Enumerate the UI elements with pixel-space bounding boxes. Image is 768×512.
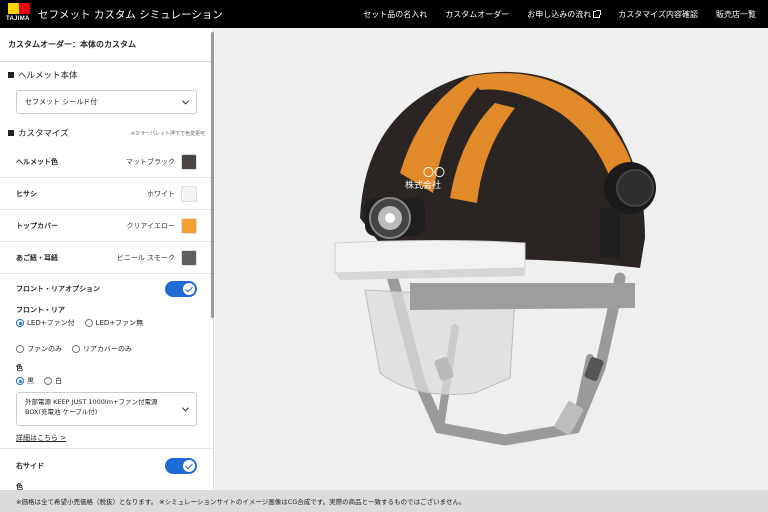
select-value: セフメット シールド付 [25, 98, 98, 106]
color-row-label: ヒサシ [16, 189, 37, 198]
helmet-render: 〇〇 株式会社 [334, 71, 656, 446]
section-label: カスタマイズ [18, 129, 69, 139]
front-rear-radio-group-1: LED+ファン付 LED+ファン無 [0, 316, 213, 330]
radio-led-no-fan[interactable]: LED+ファン無 [84, 318, 144, 328]
nav-label: お申し込みの流れ [527, 9, 592, 19]
color-row-chin-strap: あご紐・耳紐 ビニール スモーク [0, 242, 213, 274]
chevron-down-icon [181, 404, 190, 412]
helmet-print-line-2: 株式会社 [405, 179, 441, 191]
panel-title: カスタムオーダー：本体のカスタム [0, 28, 213, 62]
tajima-logo[interactable]: TAJIMA [4, 0, 36, 28]
side-mount [600, 208, 620, 258]
helmet-visor [334, 240, 526, 274]
nav-confirm-customization[interactable]: カスタマイズ内容確認 [618, 9, 698, 20]
radio-empty-icon [44, 377, 52, 385]
color-swatch-button[interactable] [181, 153, 197, 170]
toggle-label: 右サイド [16, 462, 44, 470]
radio-fan-only[interactable]: ファンのみ [16, 344, 62, 354]
shield-frame [410, 283, 635, 310]
radio-selected-icon [16, 319, 24, 327]
radio-label: 白 [55, 377, 62, 385]
radio-label: ファンのみ [27, 345, 62, 353]
section-label: ヘルメット本体 [18, 71, 78, 81]
check-icon [183, 460, 195, 472]
color-row-top-cover: トップカバー クリアイエロー [0, 210, 213, 242]
details-link[interactable]: 詳細はこちら > [0, 430, 213, 446]
radio-led-fan[interactable]: LED+ファン付 [16, 318, 75, 328]
color-row-label: ヘルメット色 [16, 157, 58, 166]
radio-white[interactable]: 白 [44, 376, 62, 386]
radio-label: 黒 [27, 377, 34, 385]
helmet-print-line-1: 〇〇 [423, 166, 445, 179]
divider [0, 448, 213, 449]
front-rear-label: フロント・リア [16, 306, 65, 314]
nav-label: カスタムオーダー [445, 9, 510, 19]
front-rear-option-row: フロント・リアオプション [0, 274, 213, 304]
logo-yellow-square [8, 3, 19, 14]
color-row-label: あご紐・耳紐 [16, 253, 58, 262]
power-option-select[interactable]: 外部電源 KEEP JUST 1000lm+ファン付電源 BOX(充電池 ケーブ… [16, 392, 197, 426]
nav-dealer-list[interactable]: 販売店一覧 [716, 9, 756, 20]
palette-note: ※カラーパレット押下で色変更可 [130, 130, 205, 137]
main-nav: セット品の名入れ カスタムオーダー お申し込みの流れ カスタマイズ内容確認 販売… [363, 0, 756, 28]
radio-label: LED+ファン無 [95, 319, 144, 327]
nav-custom-order[interactable]: カスタムオーダー [445, 9, 509, 20]
top-navigation-bar: TAJIMA セフメット カスタム シミュレーション セット品の名入れ カスタム… [0, 0, 768, 28]
color-radio-group: 黒 白 [0, 374, 213, 388]
color-swatch-button[interactable] [181, 249, 197, 266]
color-row-visor: ヒサシ ホワイト [0, 178, 213, 210]
nav-set-naming[interactable]: セット品の名入れ [363, 9, 427, 20]
square-bullet-icon [8, 72, 14, 78]
logo-red-square [19, 3, 30, 14]
color-swatch-button[interactable] [181, 217, 197, 234]
select-line-2: BOX(充電池 ケーブル付) [25, 408, 98, 416]
logo-text: TAJIMA [6, 16, 30, 22]
radio-empty-icon [84, 319, 93, 327]
front-rear-radio-group-2: ファンのみ リアカバーのみ [0, 342, 213, 356]
front-led-bulb [385, 213, 395, 223]
panel-scrollbar[interactable] [211, 32, 214, 318]
customization-panel: カスタムオーダー：本体のカスタム ヘルメット本体 セフメット シールド付 カスタ… [0, 28, 214, 490]
external-link-icon [593, 9, 602, 18]
front-rear-toggle[interactable] [165, 281, 197, 297]
right-side-color-label: 色 [16, 483, 23, 490]
rear-light-lens [616, 169, 654, 207]
color-row-label: トップカバー [16, 221, 58, 230]
nav-label: セット品の名入れ [363, 9, 428, 19]
helmet-3d-viewer[interactable]: 〇〇 株式会社 [215, 28, 768, 490]
nav-label: 販売店一覧 [716, 9, 756, 19]
footer-disclaimer: ※価格は全て希望小売価格（税抜）となります。 ※シミュレーションサイトのイメージ… [0, 490, 768, 512]
right-side-row: 右サイド [0, 451, 213, 481]
color-row-helmet: ヘルメット色 マットブラック [0, 146, 213, 178]
check-icon [183, 283, 195, 295]
right-side-toggle[interactable] [165, 458, 197, 474]
color-row-value: ホワイト [147, 189, 175, 198]
helmet-model-select[interactable]: セフメット シールド付 [16, 90, 197, 114]
radio-rear-cover-only[interactable]: リアカバーのみ [72, 344, 132, 354]
customize-section-heading: カスタマイズ ※カラーパレット押下で色変更可 [0, 120, 213, 146]
radio-selected-icon [16, 377, 24, 385]
select-line-1: 外部電源 KEEP JUST 1000lm+ファン付電源 [25, 398, 158, 406]
square-bullet-icon [8, 130, 14, 136]
helmet-section-heading: ヘルメット本体 [0, 62, 213, 88]
nav-label: カスタマイズ内容確認 [618, 9, 698, 19]
radio-label: LED+ファン付 [27, 319, 75, 327]
radio-label: リアカバーのみ [83, 345, 132, 353]
radio-empty-icon [72, 345, 80, 353]
color-label: 色 [16, 364, 23, 372]
app-title: セフメット カスタム シミュレーション [38, 8, 223, 21]
nav-application-flow[interactable]: お申し込みの流れ [527, 9, 602, 20]
color-swatch-button[interactable] [181, 185, 197, 202]
chevron-down-icon [181, 97, 190, 105]
color-row-value: マットブラック [126, 157, 175, 166]
toggle-label: フロント・リアオプション [16, 285, 100, 293]
radio-empty-icon [16, 345, 24, 353]
radio-black[interactable]: 黒 [16, 376, 34, 386]
color-row-value: クリアイエロー [126, 221, 175, 230]
color-row-value: ビニール スモーク [116, 253, 175, 262]
